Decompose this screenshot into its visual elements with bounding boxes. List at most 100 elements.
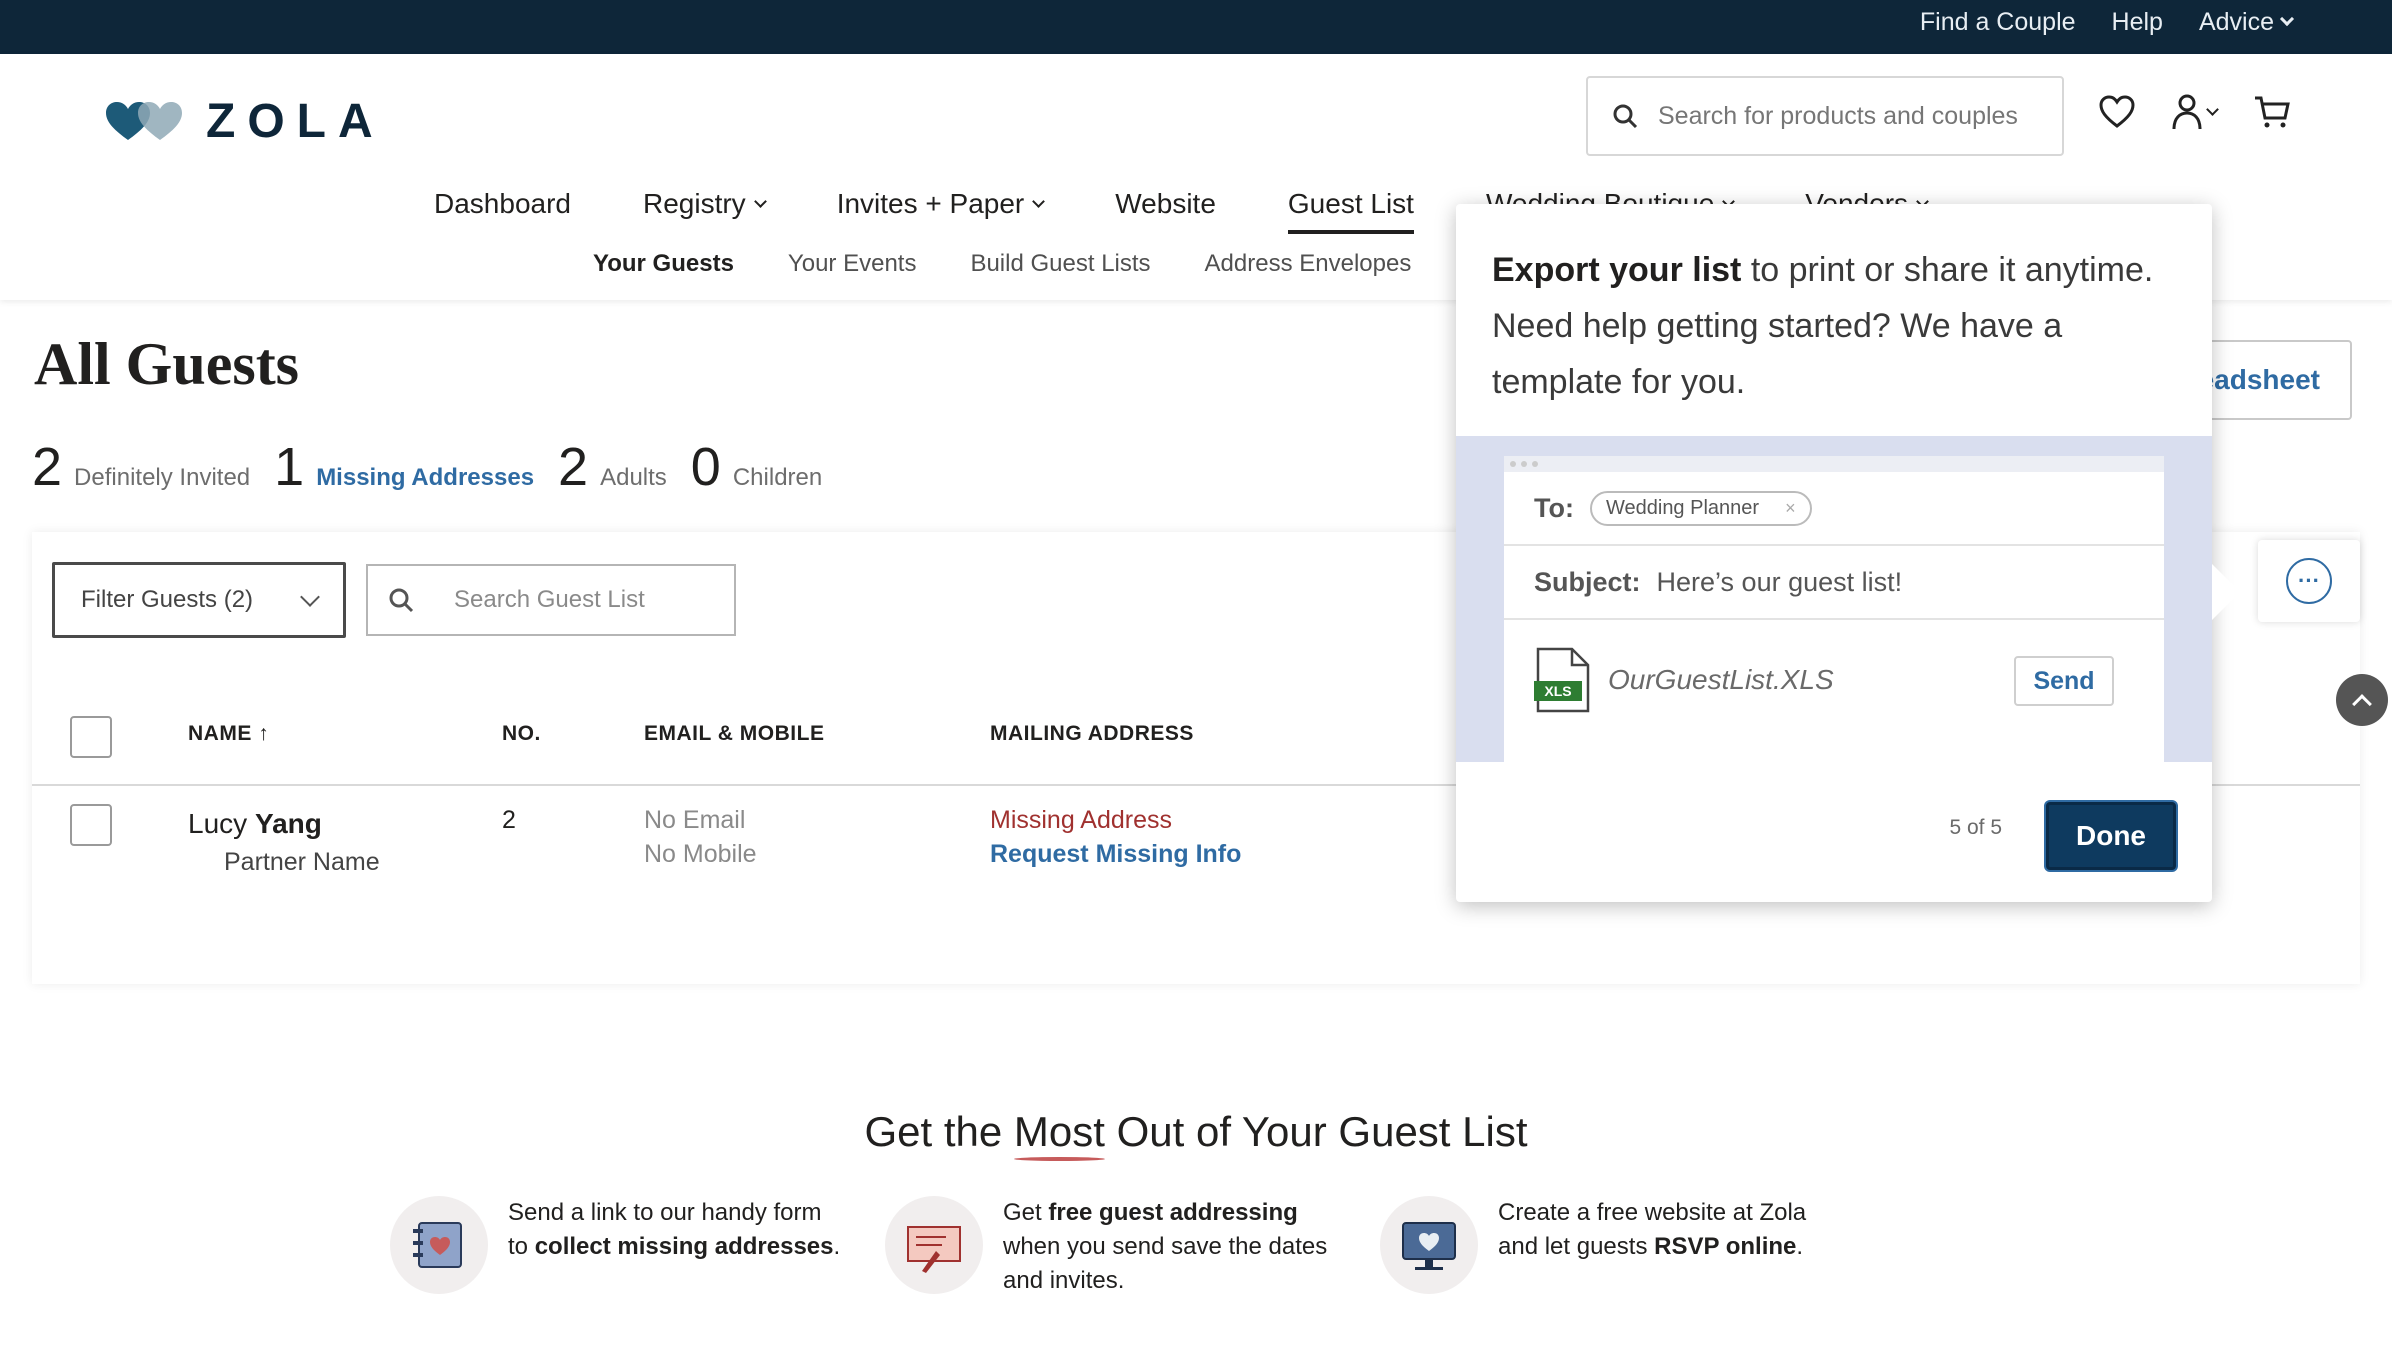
subject-label: Subject: (1534, 566, 1641, 597)
promo-plain: and let guests (1498, 1233, 1655, 1260)
chevron-down-icon (2279, 11, 2295, 27)
nav-dashboard-label: Dashboard (434, 188, 571, 219)
illustration-send-button: Send (2014, 656, 2114, 706)
filter-label: Filter Guests (2) (81, 586, 254, 613)
sort-arrow-up-icon: ↑ (258, 722, 270, 745)
window-chrome (1504, 456, 2164, 472)
site-search-placeholder: Search for products and couples (1658, 101, 2018, 130)
top-utility-bar: Find a Couple Help Advice (0, 0, 2392, 54)
promo-line: Create a free website at Zola (1498, 1199, 1807, 1226)
stat-number: 2 (32, 437, 63, 497)
nav-guest-list[interactable]: Guest List (1287, 188, 1415, 234)
filter-guests-dropdown[interactable]: Filter Guests (2) (52, 562, 346, 638)
subnav-address-envelopes[interactable]: Address Envelopes (1205, 250, 1412, 278)
promo-bold: free guest addressing (1048, 1199, 1298, 1226)
email-to-line: To: Wedding Planner × (1504, 472, 2164, 546)
nav-invites-paper[interactable]: Invites + Paper (837, 188, 1046, 220)
promo-collect-text: Send a link to our handy form to collect… (508, 1196, 840, 1294)
computer-monitor-icon (1380, 1196, 1478, 1294)
stat-children: 0 Children (691, 436, 822, 498)
column-name-header[interactable]: NAME ↑ (188, 722, 269, 746)
subnav-build-guest-lists[interactable]: Build Guest Lists (970, 250, 1150, 278)
stat-label: Children (732, 464, 823, 491)
recipient-chip-label: Wedding Planner (1605, 496, 1760, 519)
cart-icon[interactable] (2253, 95, 2291, 129)
help-link[interactable]: Help (2112, 8, 2163, 37)
address-book-icon (390, 1196, 488, 1294)
promo-heading-start: Get the (864, 1108, 1014, 1155)
stat-label: Adults (600, 464, 667, 491)
advice-link[interactable]: Advice (2199, 8, 2295, 37)
chevron-down-icon (1032, 194, 1046, 208)
request-missing-info-link[interactable]: Request Missing Info (990, 840, 1241, 869)
guest-count: 2 (502, 806, 516, 834)
promo-plain: Get (1003, 1199, 1049, 1226)
nav-registry-label: Registry (642, 188, 746, 219)
row-checkbox[interactable] (70, 804, 112, 846)
more-options-button[interactable]: ··· (2258, 540, 2360, 622)
chevron-down-icon (753, 194, 767, 208)
scroll-to-top-button[interactable] (2336, 674, 2388, 726)
subnav-your-guests[interactable]: Your Guests (593, 250, 734, 278)
promo-rsvp-website[interactable]: Create a free website at Zola and let gu… (1380, 1196, 1806, 1294)
promo-rsvp-text: Create a free website at Zola and let gu… (1498, 1196, 1806, 1294)
email-illustration: To: Wedding Planner × Subject: Here’s our… (1456, 436, 2212, 762)
nav-guest-list-label: Guest List (1287, 188, 1414, 219)
heart-favorites-icon[interactable] (2098, 95, 2136, 129)
promo-heading: Get the Most Out of Your Guest List (0, 1108, 2392, 1156)
guest-first-name: Lucy (188, 808, 248, 839)
done-button[interactable]: Done (2046, 802, 2176, 870)
promo-guest-addressing[interactable]: Get free guest addressing when you send … (885, 1196, 1327, 1298)
popover-footer: 5 of 5 Done (1456, 762, 2212, 902)
recipient-chip: Wedding Planner × (1589, 490, 1812, 526)
promo-line: Get free guest addressing (1003, 1196, 1327, 1230)
to-label: To: (1534, 492, 1574, 523)
sub-nav: Your Guests Your Events Build Guest List… (593, 250, 1411, 278)
column-mailing-address-header: MAILING ADDRESS (990, 722, 1194, 745)
promo-end: . (1796, 1233, 1804, 1260)
partner-name[interactable]: Partner Name (224, 848, 380, 877)
account-menu[interactable] (2172, 94, 2219, 130)
subnav-your-events[interactable]: Your Events (788, 250, 917, 278)
envelope-pen-icon (885, 1196, 983, 1294)
tour-step-counter: 5 of 5 (1949, 816, 2002, 839)
nav-dashboard[interactable]: Dashboard (434, 188, 571, 220)
nav-registry[interactable]: Registry (642, 188, 767, 220)
xls-file-icon: XLS (1534, 647, 1590, 713)
promo-bold: RSVP online (1654, 1233, 1797, 1260)
missing-addresses-link[interactable]: Missing Addresses (316, 464, 534, 492)
header-icons (2098, 94, 2291, 130)
stat-label: Definitely Invited (74, 464, 251, 491)
site-search-input[interactable]: Search for products and couples (1586, 76, 2064, 156)
find-a-couple-label: Find a Couple (1919, 7, 2076, 36)
guest-search-input[interactable]: Search Guest List (366, 564, 736, 636)
utility-links: Find a Couple Help Advice (1920, 0, 2295, 44)
ellipsis-icon: ··· (2286, 558, 2332, 604)
xls-badge-text: XLS (1544, 683, 1571, 699)
chevron-down-icon (300, 587, 320, 607)
nav-website[interactable]: Website (1115, 188, 1216, 220)
stat-number: 1 (274, 437, 305, 497)
promo-addressing-text: Get free guest addressing when you send … (1003, 1196, 1327, 1298)
popover-message-bold: Export your list (1492, 251, 1742, 289)
column-no-header: NO. (502, 722, 541, 745)
stat-number: 2 (558, 437, 589, 497)
search-icon (389, 588, 414, 613)
find-a-couple-link[interactable]: Find a Couple (1920, 8, 2076, 37)
select-all-checkbox[interactable] (70, 716, 112, 758)
promo-line: Send a link to our handy form (508, 1199, 822, 1226)
zola-logo[interactable]: ZOLA (104, 94, 385, 149)
email-subject-line: Subject: Here’s our guest list! (1504, 546, 2164, 620)
close-icon: × (1785, 497, 1796, 518)
guest-stats: 2 Definitely Invited 1 Missing Addresses… (32, 436, 822, 498)
hearts-logo-icon (106, 101, 182, 140)
promo-end: . (833, 1233, 841, 1260)
help-label: Help (2111, 7, 2163, 36)
guest-email: No Email (644, 806, 746, 834)
page-title: All Guests (34, 331, 300, 397)
promo-collect-addresses[interactable]: Send a link to our handy form to collect… (390, 1196, 840, 1294)
stat-missing-addresses[interactable]: 1 Missing Addresses (274, 436, 534, 498)
guest-name[interactable]: Lucy Yang (188, 808, 322, 840)
attachment-filename: OurGuestList.XLS (1608, 664, 1834, 695)
promo-line: and invites. (1003, 1267, 1125, 1294)
